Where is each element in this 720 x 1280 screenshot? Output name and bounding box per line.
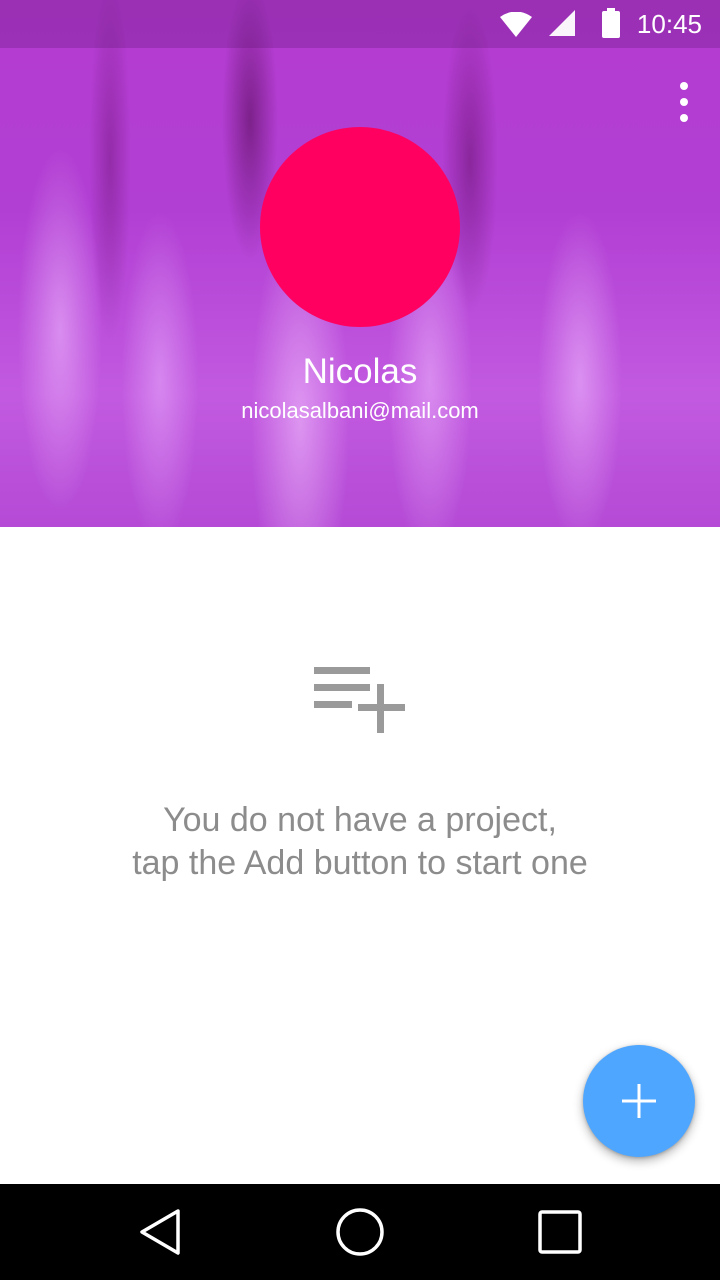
empty-message-line2: tap the Add button to start one [132,844,588,882]
profile-email: nicolasalbani@mail.com [241,398,479,423]
status-time: 10:45 [636,9,702,39]
profile-name: Nicolas [302,352,418,391]
wifi-icon [500,12,532,37]
profile-header: 10:45 Nicolas nicolasalbani@mail.com [0,0,720,527]
recents-button[interactable] [500,1184,620,1280]
back-button[interactable] [100,1184,220,1280]
navigation-bar [0,1184,720,1280]
plus-icon [622,1084,656,1118]
recents-icon [538,1210,582,1254]
status-bar: 10:45 [0,0,720,48]
back-icon [140,1209,180,1255]
add-project-button[interactable] [583,1045,695,1157]
signal-icon [549,10,575,36]
more-vert-icon [680,82,688,90]
home-icon [336,1208,384,1256]
avatar[interactable] [260,127,460,327]
playlist-add-icon [314,667,405,733]
overflow-menu-button[interactable] [672,82,696,122]
empty-message-line1: You do not have a project, [163,801,557,839]
battery-icon [602,8,620,38]
home-button[interactable] [300,1184,420,1280]
